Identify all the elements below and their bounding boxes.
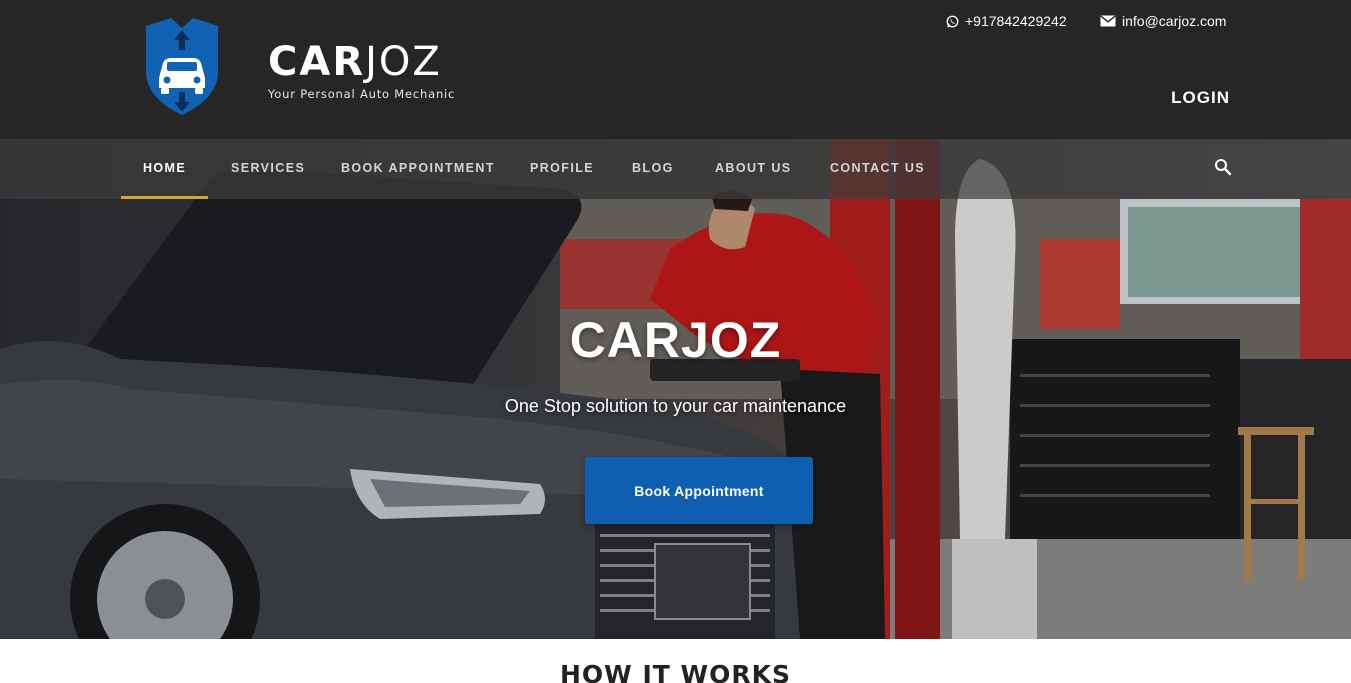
login-link[interactable]: LOGIN	[1171, 88, 1230, 108]
nav-item-about-us[interactable]: ABOUT US	[715, 161, 791, 175]
envelope-icon	[1100, 15, 1116, 27]
nav-active-indicator	[121, 196, 208, 199]
brand[interactable]: CARJOZ Your Personal Auto Mechanic	[268, 42, 455, 101]
car-shield-logo-icon[interactable]	[143, 16, 221, 117]
brand-name-bold: CAR	[268, 39, 366, 85]
email-address[interactable]: info@carjoz.com	[1122, 13, 1226, 29]
brand-tagline: Your Personal Auto Mechanic	[268, 87, 456, 101]
brand-name: CARJOZ	[268, 42, 455, 82]
hero-subtitle: One Stop solution to your car maintenanc…	[504, 396, 847, 416]
brand-name-light: JOZ	[365, 39, 442, 85]
hero-title: CARJOZ	[569, 312, 782, 368]
contact-email[interactable]: info@carjoz.com	[1100, 13, 1226, 29]
nav-item-contact-us[interactable]: CONTACT US	[830, 161, 925, 175]
phone-number[interactable]: +917842429242	[965, 13, 1067, 29]
main-nav: HOME SERVICES BOOK APPOINTMENT PROFILE B…	[0, 139, 1351, 199]
nav-item-book-appointment[interactable]: BOOK APPOINTMENT	[341, 161, 495, 175]
nav-item-profile[interactable]: PROFILE	[530, 161, 594, 175]
nav-item-services[interactable]: SERVICES	[231, 161, 305, 175]
contact-phone[interactable]: +917842429242	[946, 13, 1067, 29]
how-it-works-heading: HOW IT WORKS	[560, 660, 791, 683]
search-icon[interactable]	[1214, 158, 1232, 176]
top-header: CARJOZ Your Personal Auto Mechanic +9178…	[0, 0, 1351, 139]
book-appointment-button[interactable]: Book Appointment	[585, 457, 813, 524]
hero-background-image	[0, 139, 1351, 639]
nav-item-blog[interactable]: BLOG	[632, 161, 674, 175]
whatsapp-icon	[946, 15, 959, 27]
hero-section: HOME SERVICES BOOK APPOINTMENT PROFILE B…	[0, 139, 1351, 639]
nav-item-home[interactable]: HOME	[143, 161, 186, 175]
